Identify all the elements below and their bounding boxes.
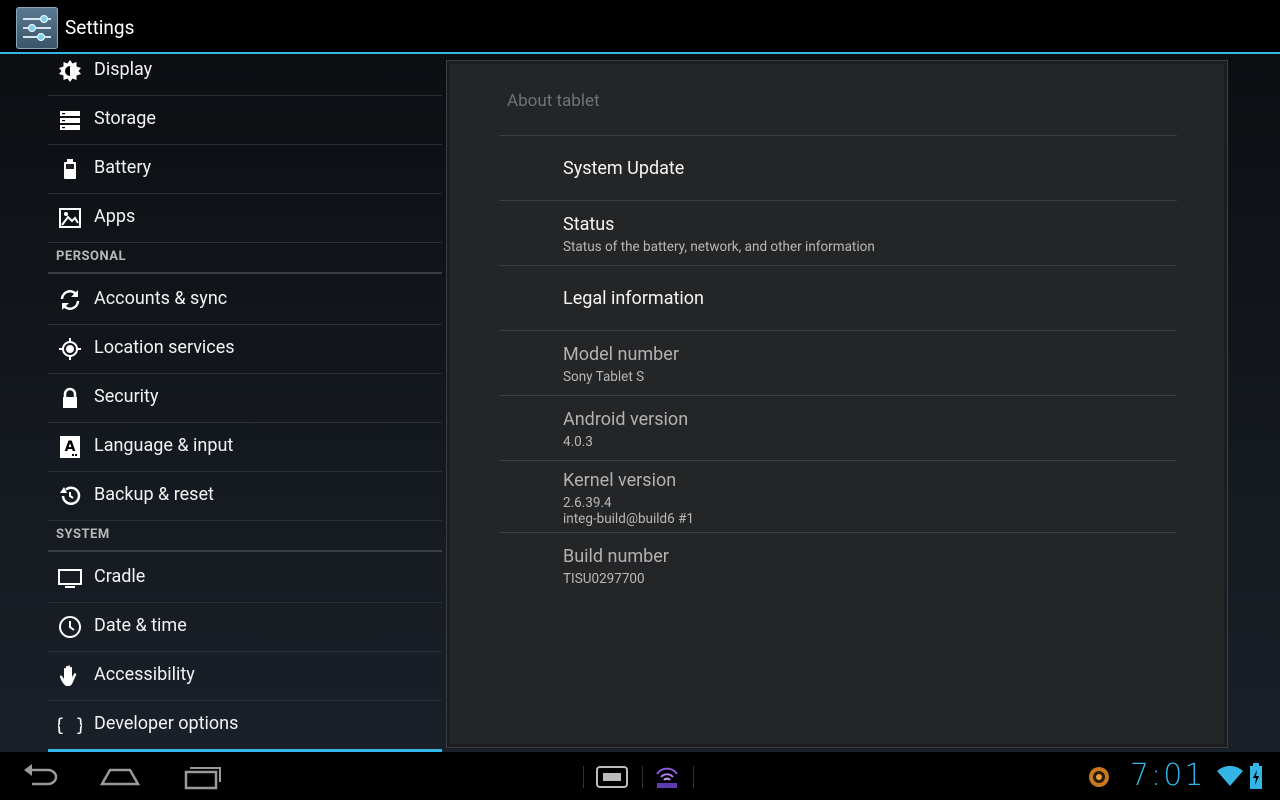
sidebar-item-date-time[interactable]: Date & time [48,603,442,652]
sync-icon [60,290,80,310]
sidebar-item-backup-reset[interactable]: Backup & reset [48,472,442,521]
sidebar-item-developer-options[interactable]: { } Developer options [48,701,442,750]
svg-text:{ }: { } [58,715,82,736]
language-icon: A [60,436,80,458]
sidebar-item-label: Language & input [94,435,234,456]
sidebar-item-accessibility[interactable]: Accessibility [48,652,442,701]
clock-icon [59,616,81,638]
screen-toggle-icon[interactable] [596,765,628,789]
wireless-app-icon[interactable] [655,764,679,790]
about-tablet-panel: About tablet System Update Status Status… [446,60,1228,748]
sidebar-item-label: Apps [94,206,136,227]
pref-android-version: Android version 4.0.3 [499,396,1177,460]
sidebar-item-accounts-sync[interactable]: Accounts & sync [48,276,442,325]
navigation-bar: 7:01 [0,752,1280,800]
sidebar-item-label: Accounts & sync [94,288,228,309]
pref-summary: Status of the battery, network, and othe… [563,239,875,255]
sidebar-item-label: Location services [94,337,235,358]
sidebar-item-label: Backup & reset [94,484,214,505]
pref-summary: Sony Tablet S [563,369,645,385]
sidebar-item-apps[interactable]: Apps [48,194,442,243]
pref-title: System Update [563,158,685,179]
pref-title: Android version [563,409,689,430]
apps-icon [59,208,81,228]
sidebar-item-cradle[interactable]: Cradle [48,554,442,603]
sidebar-item-label: Display [94,59,153,80]
sidebar-item-label: Accessibility [94,664,195,685]
pref-summary: integ-build@build6 #1 [563,511,694,527]
display-icon [59,60,81,82]
pref-kernel-version: Kernel version 2.6.39.4 integ-build@buil… [499,461,1177,532]
svg-text:A: A [65,439,76,455]
hand-icon [59,665,77,686]
braces-icon: { } [58,715,82,736]
wifi-icon [1217,765,1243,786]
sidebar-item-label: Cradle [94,566,146,587]
pref-model-number: Model number Sony Tablet S [499,331,1177,395]
storage-icon [60,111,80,130]
action-bar: Settings [0,0,1280,54]
pref-summary: TISU0297700 [563,571,645,587]
pref-system-update[interactable]: System Update [499,136,1177,200]
lock-icon [63,387,77,408]
sidebar-item-label: Date & time [94,615,187,636]
pref-title: Build number [563,546,669,567]
recent-apps-button[interactable] [182,764,222,790]
sidebar-item-display[interactable]: Display [48,47,442,96]
settings-list[interactable]: Display Storage Battery Apps PERSONAL Ac… [48,54,442,752]
divider [642,766,643,788]
backup-icon [60,486,81,505]
pref-status[interactable]: Status Status of the battery, network, a… [499,201,1177,265]
section-header-system: SYSTEM [48,521,442,552]
home-button[interactable] [100,764,140,788]
pref-summary: 2.6.39.4 [563,495,612,511]
sidebar-item-label: Battery [94,157,152,178]
panel-title: About tablet [507,91,600,111]
sidebar-item-battery[interactable]: Battery [48,145,442,194]
pref-title: Legal information [563,288,704,309]
sidebar-item-label: Developer options [94,713,239,734]
sidebar-item-language-input[interactable]: A Language & input [48,423,442,472]
sidebar-item-location-services[interactable]: Location services [48,325,442,374]
divider [693,766,694,788]
settings-app-icon[interactable] [16,7,58,49]
notification-icon[interactable] [1088,766,1110,788]
pref-legal-information[interactable]: Legal information [499,266,1177,330]
sidebar-item-label: Storage [94,108,156,129]
battery-status-icon [1250,763,1262,789]
pref-title: Status [563,214,615,235]
location-icon [59,338,81,360]
pref-title: Kernel version [563,470,677,491]
sidebar-item-label: Security [94,386,159,407]
pref-build-number: Build number TISU0297700 [499,533,1177,597]
section-header-personal: PERSONAL [48,243,442,274]
back-button[interactable] [20,762,60,790]
divider [583,766,584,788]
battery-icon [64,159,76,179]
pref-summary: 4.0.3 [563,434,593,450]
monitor-icon [58,569,82,588]
sidebar-item-security[interactable]: Security [48,374,442,423]
pref-title: Model number [563,344,679,365]
app-title: Settings [65,16,135,39]
status-clock[interactable]: 7:01 [1130,758,1205,793]
sidebar-item-storage[interactable]: Storage [48,96,442,145]
